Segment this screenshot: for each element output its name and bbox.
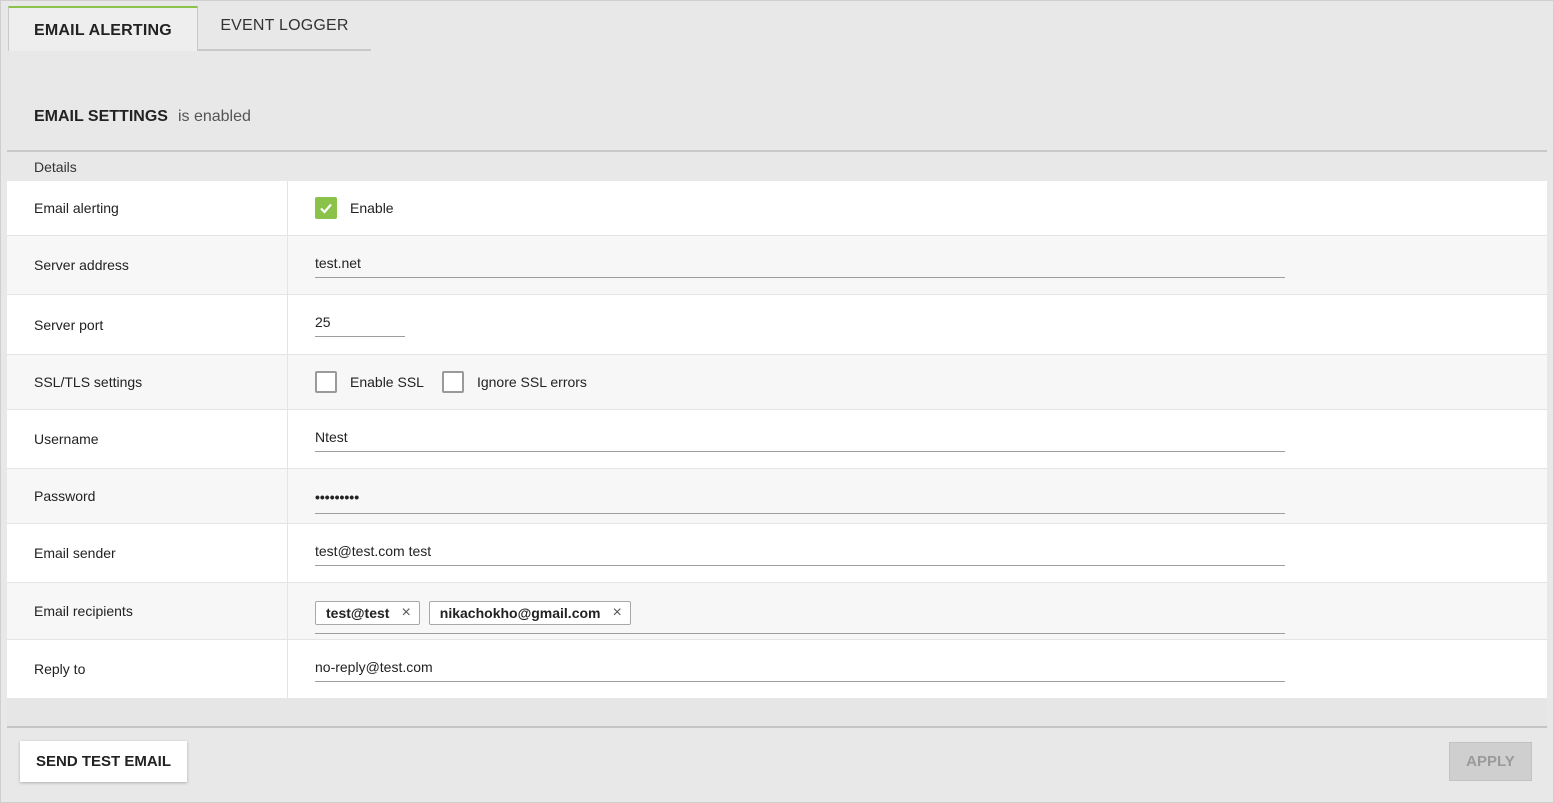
- column-divider: [287, 410, 288, 468]
- email-recipients-value: test@test × nikachokho@gmail.com ×: [315, 583, 1285, 639]
- server-port-label: Server port: [34, 316, 104, 333]
- email-alerting-value: Enable: [315, 181, 412, 235]
- password-value: •••••••••: [315, 469, 1285, 523]
- email-sender-value: test@test.com test: [315, 524, 1285, 582]
- server-address-input[interactable]: test.net: [315, 249, 1285, 278]
- row-email-alerting: Email alerting Enable: [7, 181, 1547, 236]
- send-test-email-button[interactable]: SEND TEST EMAIL: [20, 741, 187, 782]
- column-divider: [287, 181, 288, 235]
- server-port-value: 25: [315, 295, 405, 354]
- tab-event-logger[interactable]: EVENT LOGGER: [198, 6, 371, 51]
- ssl-tls-label: SSL/TLS settings: [34, 374, 143, 390]
- column-divider: [287, 236, 288, 294]
- section-header: EMAIL SETTINGS is enabled: [7, 84, 1547, 152]
- username-label: Username: [34, 431, 99, 447]
- column-divider: [287, 469, 288, 523]
- footer-band: [7, 698, 1547, 728]
- column-divider: [287, 583, 288, 639]
- row-email-sender: Email sender test@test.com test: [7, 524, 1547, 583]
- password-label: Password: [34, 488, 96, 504]
- password-input[interactable]: •••••••••: [315, 485, 1285, 514]
- column-divider: [287, 355, 288, 409]
- tab-bar: EMAIL ALERTING EVENT LOGGER: [8, 6, 371, 51]
- email-sender-label: Email sender: [34, 545, 116, 561]
- close-icon[interactable]: ×: [401, 604, 410, 622]
- enable-ssl-label: Enable SSL: [350, 374, 424, 390]
- username-input[interactable]: Ntest: [315, 423, 1285, 452]
- column-divider: [287, 524, 288, 582]
- row-server-port: Server port 25: [7, 295, 1547, 355]
- ignore-ssl-errors-checkbox[interactable]: [441, 371, 464, 393]
- reply-to-value: no-reply@test.com: [315, 640, 1285, 698]
- row-email-recipients: Email recipients test@test × nikachokho@…: [7, 583, 1547, 640]
- server-port-input[interactable]: 25: [315, 308, 405, 337]
- row-reply-to: Reply to no-reply@test.com: [7, 640, 1547, 698]
- email-alerting-checkbox[interactable]: [315, 197, 337, 219]
- row-username: Username Ntest: [7, 410, 1547, 469]
- details-label: Details: [34, 159, 77, 175]
- email-sender-input[interactable]: test@test.com test: [315, 537, 1285, 566]
- email-alerting-label: Email alerting: [34, 200, 119, 216]
- recipient-chip-text: nikachokho@gmail.com: [439, 604, 601, 621]
- column-divider: [287, 295, 288, 354]
- close-icon[interactable]: ×: [612, 604, 621, 622]
- section-title: EMAIL SETTINGS: [34, 108, 168, 125]
- recipient-chip: nikachokho@gmail.com ×: [428, 600, 631, 625]
- row-server-address: Server address test.net: [7, 236, 1547, 295]
- reply-to-label: Reply to: [34, 661, 86, 677]
- email-recipients-input[interactable]: test@test × nikachokho@gmail.com ×: [315, 599, 1285, 634]
- column-divider: [287, 640, 288, 698]
- password-dots: •••••••••: [315, 488, 360, 505]
- server-address-value: test.net: [315, 236, 1285, 294]
- apply-button[interactable]: APPLY: [1449, 742, 1532, 781]
- recipient-chip-text: test@test: [326, 604, 390, 621]
- settings-table: Email alerting Enable Server address tes…: [7, 181, 1547, 698]
- email-recipients-label: Email recipients: [34, 603, 133, 619]
- section-status: is enabled: [177, 108, 251, 125]
- tab-email-alerting[interactable]: EMAIL ALERTING: [8, 6, 198, 51]
- username-value: Ntest: [315, 410, 1285, 468]
- row-ssl-tls: SSL/TLS settings Enable SSL Ignore SSL e…: [7, 355, 1547, 410]
- checkmark-icon: [320, 203, 332, 214]
- enable-ssl-checkbox[interactable]: [315, 371, 337, 393]
- server-address-label: Server address: [34, 257, 129, 273]
- reply-to-input[interactable]: no-reply@test.com: [315, 653, 1285, 682]
- row-password: Password •••••••••: [7, 469, 1547, 524]
- email-alerting-checkbox-label: Enable: [350, 200, 394, 216]
- ignore-ssl-errors-label: Ignore SSL errors: [476, 374, 587, 390]
- recipient-chip: test@test ×: [315, 600, 420, 625]
- ssl-tls-value: Enable SSL Ignore SSL errors: [315, 355, 605, 409]
